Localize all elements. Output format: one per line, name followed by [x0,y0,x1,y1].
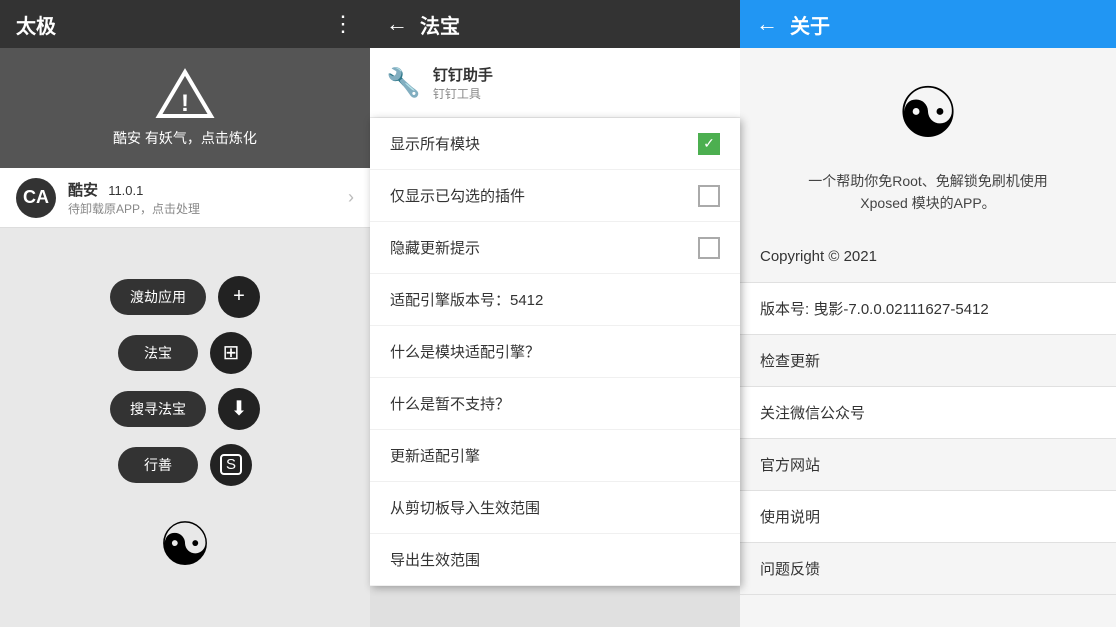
about-description: 一个帮助你免Root、免解锁免刷机使用Xposed 模块的APP。 [740,170,1116,231]
yin-yang-icon: ☯ [897,72,960,154]
back-button[interactable]: ← [386,11,408,37]
left-header: 太极 ⋮ [0,0,370,48]
menu-item-6[interactable]: 更新适配引擎 [370,430,740,482]
action-btn-3[interactable]: 行善 S [118,444,252,486]
menu-item-label-5: 什么是暂不支持？ [390,393,510,414]
tool-subtitle: 钉钉工具 [433,85,493,102]
middle-panel: ← 法宝 🔧 钉钉助手 钉钉工具 显示所有模块 仅显示已勾选的插件 隐藏更新提示… [370,0,740,627]
action-btn-0[interactable]: 渡劫应用 + [110,276,260,318]
menu-item-label-2: 隐藏更新提示 [390,237,480,258]
menu-item-label-1: 仅显示已勾选的插件 [390,185,525,206]
checkbox-0[interactable] [698,133,720,155]
menu-icon[interactable]: ⋮ [332,11,354,37]
download-icon: ⬇ [231,396,248,421]
check-update-label: 检查更新 [760,350,820,371]
menu-item-label-4: 什么是模块适配引擎？ [390,341,540,362]
left-panel: 太极 ⋮ ! 酷安 有妖气，点击炼化 CA 酷安 11.0.1 待卸载原APP，… [0,0,370,627]
right-title: 关于 [790,10,830,39]
manual-label: 使用说明 [760,506,820,527]
svg-text:!: ! [181,90,189,117]
btn-label-3: 行善 [118,447,198,483]
menu-item-8[interactable]: 导出生效范围 [370,534,740,586]
about-logo-area: ☯ [740,48,1116,170]
btn-icon-circle-2[interactable]: ⬇ [218,388,260,430]
left-title: 太极 [16,10,56,39]
menu-item-5[interactable]: 什么是暂不支持？ [370,378,740,430]
right-back-button[interactable]: ← [756,11,778,37]
plus-icon: + [233,285,245,308]
menu-item-label-6: 更新适配引擎 [390,445,480,466]
btn-label-1: 法宝 [118,335,198,371]
warning-triangle-icon: ! [155,68,215,120]
menu-item-2[interactable]: 隐藏更新提示 [370,222,740,274]
menu-item-label-8: 导出生效范围 [390,549,480,570]
warning-banner[interactable]: ! 酷安 有妖气，点击炼化 [0,48,370,168]
btn-icon-circle-0[interactable]: + [218,276,260,318]
middle-title: 法宝 [420,10,460,39]
tool-name: 钉钉助手 [433,64,493,85]
website-label: 官方网站 [760,454,820,475]
checkbox-2[interactable] [698,237,720,259]
yin-yang-logo: ☯ [158,510,212,580]
copyright-text: Copyright © 2021 [760,248,877,265]
menu-item-0[interactable]: 显示所有模块 [370,118,740,170]
s-icon: S [220,454,242,475]
right-panel: ← 关于 ☯ 一个帮助你免Root、免解锁免刷机使用Xposed 模块的APP。… [740,0,1116,627]
manual-item[interactable]: 使用说明 [740,491,1116,543]
dropdown-menu: 显示所有模块 仅显示已勾选的插件 隐藏更新提示 适配引擎版本号：5412 什么是… [370,118,740,586]
version-text: 版本号: 曳影-7.0.0.02111627-5412 [760,298,989,319]
action-btn-1[interactable]: 法宝 ⊞ [118,332,252,374]
website-item[interactable]: 官方网站 [740,439,1116,491]
version-item: 版本号: 曳影-7.0.0.02111627-5412 [740,283,1116,335]
feedback-item[interactable]: 问题反馈 [740,543,1116,595]
feedback-label: 问题反馈 [760,558,820,579]
app-icon: CA [16,178,56,218]
warning-text: 酷安 有妖气，点击炼化 [113,128,257,148]
tool-info: 钉钉助手 钉钉工具 [433,64,493,102]
middle-header: ← 法宝 [370,0,740,48]
checkbox-1[interactable] [698,185,720,207]
menu-item-4[interactable]: 什么是模块适配引擎？ [370,326,740,378]
check-update-item[interactable]: 检查更新 [740,335,1116,387]
grid-icon: ⊞ [223,340,240,365]
app-arrow-icon: › [348,187,354,208]
menu-item-label-7: 从剪切板导入生效范围 [390,497,540,518]
app-info: 酷安 11.0.1 待卸载原APP，点击处理 [68,179,336,217]
menu-item-1[interactable]: 仅显示已勾选的插件 [370,170,740,222]
buttons-area: 渡劫应用 + 法宝 ⊞ 搜寻法宝 ⬇ 行善 S ☯ [0,228,370,627]
btn-icon-circle-1[interactable]: ⊞ [210,332,252,374]
btn-label-0: 渡劫应用 [110,279,206,315]
menu-item-3: 适配引擎版本号：5412 [370,274,740,326]
right-header: ← 关于 [740,0,1116,48]
btn-icon-circle-3[interactable]: S [210,444,252,486]
app-name: 酷安 11.0.1 [68,179,336,200]
wechat-label: 关注微信公众号 [760,402,865,423]
copyright-item: Copyright © 2021 [740,231,1116,283]
action-btn-2[interactable]: 搜寻法宝 ⬇ [110,388,260,430]
tool-row[interactable]: 🔧 钉钉助手 钉钉工具 [370,48,740,118]
wechat-item[interactable]: 关注微信公众号 [740,387,1116,439]
tool-icon: 🔧 [386,66,421,99]
about-list: Copyright © 2021 版本号: 曳影-7.0.0.02111627-… [740,231,1116,627]
btn-label-2: 搜寻法宝 [110,391,206,427]
app-row[interactable]: CA 酷安 11.0.1 待卸载原APP，点击处理 › [0,168,370,228]
menu-item-label-0: 显示所有模块 [390,133,480,154]
app-subtitle: 待卸载原APP，点击处理 [68,200,336,217]
menu-item-7[interactable]: 从剪切板导入生效范围 [370,482,740,534]
menu-item-label-3: 适配引擎版本号：5412 [390,289,543,310]
